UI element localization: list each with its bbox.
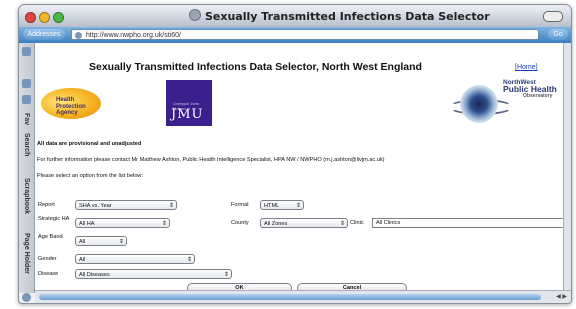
strategic-ha-label: Strategic HA <box>38 216 70 222</box>
clinic-field[interactable]: All Clinics <box>372 218 564 228</box>
report-label: Report <box>38 202 55 208</box>
home-link[interactable]: [Home] <box>515 64 538 71</box>
select-arrows-icon: ⇕ <box>168 203 174 209</box>
disease-select-value: All Diseases <box>79 272 110 278</box>
addresses-button[interactable]: Addresses <box>23 29 65 40</box>
zoom-window-button[interactable] <box>53 12 64 23</box>
close-window-button[interactable] <box>25 12 36 23</box>
sidebar-tab-fav[interactable]: Fav <box>20 113 33 125</box>
scroll-arrows-icon[interactable]: ◀ ▶ <box>556 293 567 300</box>
gender-select[interactable]: All ⇕ <box>75 254 195 264</box>
strategic-ha-select-value: All HA <box>79 221 95 227</box>
select-arrows-icon: ⇕ <box>223 272 229 278</box>
select-arrows-icon: ⇕ <box>295 203 301 209</box>
gender-label: Gender <box>38 256 57 262</box>
window-title: Sexually Transmitted Infections Data Sel… <box>189 9 490 23</box>
instruction-text: Please select an option from the list be… <box>37 173 144 179</box>
age-band-select[interactable]: All ⇕ <box>75 236 127 246</box>
nwpho-logo-line: Observatory <box>523 93 553 99</box>
vertical-scrollbar[interactable] <box>563 43 571 291</box>
jmu-logo-text: JMU <box>171 107 204 122</box>
go-button[interactable]: Go <box>548 29 568 40</box>
sidebar-tab-search[interactable]: Search <box>20 133 33 156</box>
contact-text: For further information please contact M… <box>37 157 385 163</box>
select-arrows-icon: ⇕ <box>186 257 192 263</box>
hpa-logo: Health Protection Agency <box>41 88 101 119</box>
title-bar[interactable]: Sexually Transmitted Infections Data Sel… <box>19 5 571 28</box>
gender-select-value: All <box>79 257 86 263</box>
select-arrows-icon: ⇕ <box>339 221 345 227</box>
strategic-ha-select[interactable]: All HA ⇕ <box>75 218 170 228</box>
select-arrows-icon: ⇕ <box>161 221 167 227</box>
report-select-value: SHA vs. Year <box>79 203 112 209</box>
format-select[interactable]: HTML ⇕ <box>260 200 304 210</box>
jmu-logo: Liverpool John Moores JMU <box>166 80 212 126</box>
address-toolbar: Addresses http://www.nwpho.org.uk/sti60/… <box>19 27 571 43</box>
window-controls <box>25 10 67 28</box>
format-label: Format <box>231 202 249 208</box>
report-select[interactable]: SHA vs. Year ⇕ <box>75 200 177 210</box>
county-select[interactable]: All Zones ⇕ <box>260 218 348 228</box>
browser-window: Sexually Transmitted Infections Data Sel… <box>18 4 572 304</box>
county-select-value: All Zones <box>264 221 288 227</box>
toolbar-toggle-button[interactable] <box>543 11 563 22</box>
age-band-label: Age Band <box>38 234 63 240</box>
sidebar-tab-page-holder[interactable]: Page Holder <box>20 233 33 274</box>
page-content: Sexually Transmitted Infections Data Sel… <box>35 43 564 291</box>
nwpho-eye-icon <box>460 85 498 123</box>
disease-select[interactable]: All Diseases ⇕ <box>75 269 232 279</box>
age-band-select-value: All <box>79 239 86 245</box>
document-icon <box>189 9 201 21</box>
back-arrow-icon[interactable] <box>22 47 31 56</box>
select-arrows-icon: ⇕ <box>118 239 124 245</box>
minimize-window-button[interactable] <box>39 12 50 23</box>
nwpho-logo-line: Public Health <box>503 84 557 94</box>
disease-label: Disease <box>38 271 59 277</box>
window-title-text: Sexually Transmitted Infections Data Sel… <box>205 10 490 23</box>
page-title: Sexually Transmitted Infections Data Sel… <box>89 61 422 73</box>
nwpho-logo: NorthWest Public Health Observatory <box>503 79 557 100</box>
clinic-label: Clinic <box>350 220 364 226</box>
horizontal-scroll-thumb[interactable] <box>39 294 541 300</box>
horizontal-scrollbar[interactable]: ◀ ▶ <box>35 290 571 303</box>
url-field[interactable]: http://www.nwpho.org.uk/sti60/ <box>71 29 539 40</box>
sidebar-tab-scrapbook[interactable]: Scrapbook <box>20 178 33 214</box>
hpa-logo-text: Health Protection Agency <box>56 97 86 117</box>
format-select-value: HTML <box>264 203 280 209</box>
settings-icon[interactable] <box>22 293 31 302</box>
site-icon <box>75 32 82 39</box>
hpa-logo-line: Agency <box>56 110 78 116</box>
explorer-sidebar: Fav Search Scrapbook Page Holder <box>19 43 35 302</box>
provisional-notice: All data are provisional and unadjusted <box>37 141 142 147</box>
history-icon[interactable] <box>22 79 31 88</box>
bookmark-icon[interactable] <box>22 95 31 104</box>
url-text: http://www.nwpho.org.uk/sti60/ <box>86 32 181 39</box>
county-label: County <box>231 220 249 226</box>
